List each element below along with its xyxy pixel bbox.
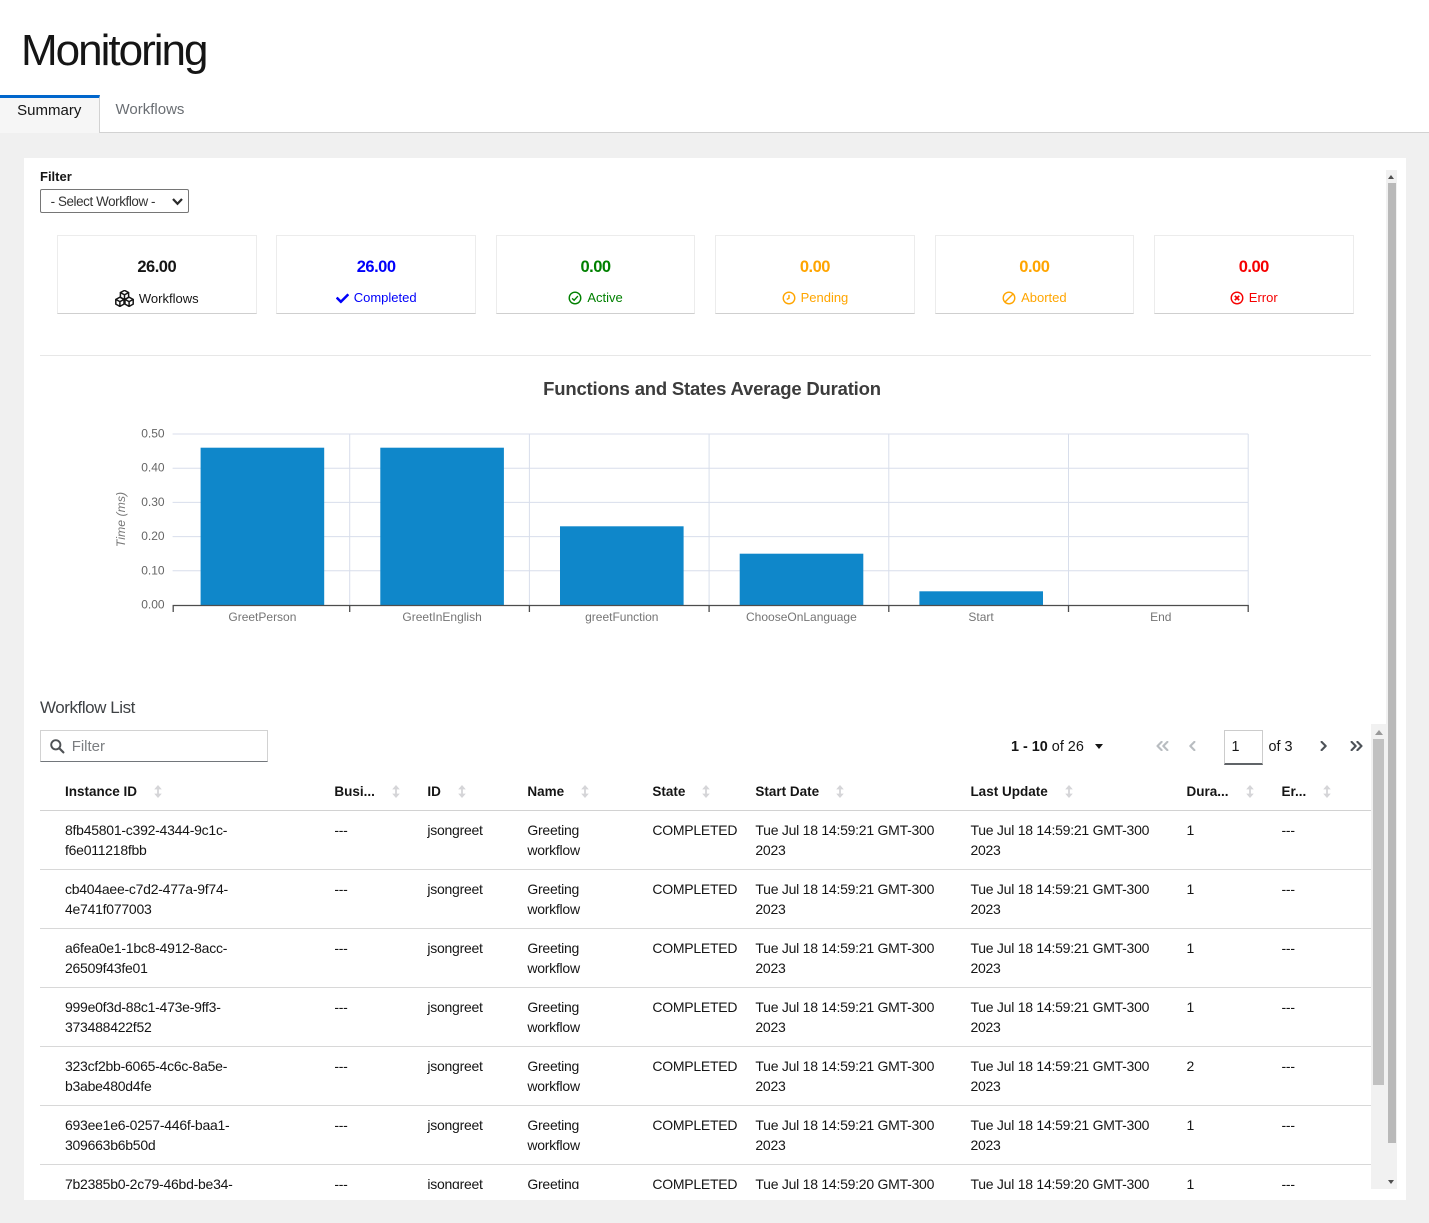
svg-text:GreetPerson: GreetPerson bbox=[228, 610, 296, 624]
svg-text:Functions and States Average D: Functions and States Average Duration bbox=[543, 378, 881, 399]
svg-text:0.20: 0.20 bbox=[141, 529, 165, 543]
svg-text:Time (ms): Time (ms) bbox=[114, 492, 128, 547]
svg-text:GreetInEnglish: GreetInEnglish bbox=[402, 610, 481, 624]
svg-text:greetFunction: greetFunction bbox=[585, 610, 658, 624]
svg-text:ChooseOnLanguage: ChooseOnLanguage bbox=[746, 610, 857, 624]
svg-text:0.00: 0.00 bbox=[141, 598, 165, 612]
svg-text:0.30: 0.30 bbox=[141, 495, 165, 509]
svg-text:Start: Start bbox=[968, 610, 994, 624]
svg-text:0.10: 0.10 bbox=[141, 563, 165, 577]
svg-text:End: End bbox=[1150, 610, 1171, 624]
svg-text:0.50: 0.50 bbox=[141, 427, 165, 441]
svg-text:0.40: 0.40 bbox=[141, 461, 165, 475]
